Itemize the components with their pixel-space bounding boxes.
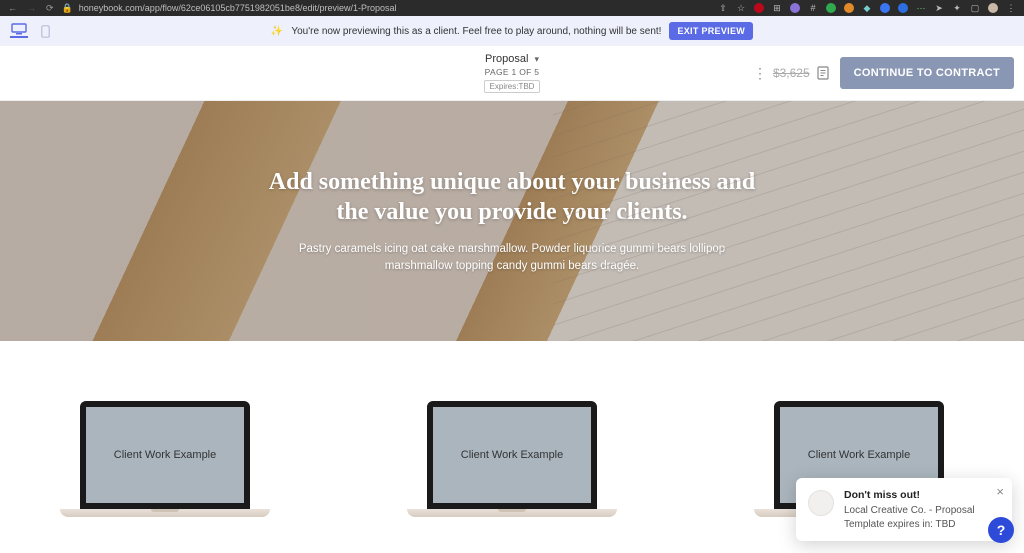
toast-title: Don't miss out! [844, 488, 1000, 502]
help-button[interactable]: ? [988, 517, 1014, 543]
price-display: $3,625 [773, 66, 810, 80]
address-bar[interactable]: 🔒 honeybook.com/app/flow/62ce06105cb7751… [62, 3, 710, 14]
desktop-view-icon[interactable] [10, 24, 28, 38]
nav-reload-icon[interactable]: ⟳ [46, 3, 54, 14]
toast-avatar [808, 490, 834, 516]
more-options-icon[interactable]: ⋮ [753, 65, 767, 82]
close-icon[interactable]: × [996, 484, 1004, 499]
preview-message: You're now previewing this as a client. … [291, 26, 661, 37]
ext-arrow-icon[interactable]: ➤ [934, 3, 944, 13]
chrome-menu-icon[interactable]: ⋮ [1006, 3, 1016, 13]
puzzle-icon[interactable]: ✦ [952, 3, 962, 13]
hero-heading: Add something unique about your business… [252, 167, 772, 227]
laptop-base [60, 509, 270, 517]
proposal-title: Proposal [485, 53, 528, 65]
continue-to-contract-button[interactable]: CONTINUE TO CONTRACT [840, 57, 1014, 89]
invoice-icon[interactable] [816, 66, 830, 80]
page-indicator: PAGE 1 OF 5 [485, 67, 540, 77]
portfolio-label: Client Work Example [808, 449, 911, 461]
ext-green-icon[interactable] [826, 3, 836, 13]
browser-chrome: ← → ⟳ 🔒 honeybook.com/app/flow/62ce06105… [0, 0, 1024, 16]
mobile-view-icon[interactable] [36, 24, 54, 38]
window-icon[interactable]: ▢ [970, 3, 980, 13]
device-toggle [10, 24, 54, 38]
star-icon[interactable]: ☆ [736, 3, 746, 13]
portfolio-item: Client Work Example [60, 401, 270, 517]
portfolio-item: Client Work Example [407, 401, 617, 517]
proposal-selector[interactable]: Proposal ▾ [485, 53, 539, 65]
share-icon[interactable]: ⇧ [718, 3, 728, 13]
pinterest-icon[interactable] [754, 3, 764, 13]
hero-section: Add something unique about your business… [0, 101, 1024, 341]
sparkle-icon: ✨ [271, 26, 283, 37]
profile-avatar-icon[interactable] [988, 3, 998, 13]
proposal-toolbar: Proposal ▾ PAGE 1 OF 5 Expires:TBD ⋮ $3,… [0, 46, 1024, 101]
hero-subtext: Pastry caramels icing oat cake marshmall… [282, 241, 742, 276]
ext-purple-icon[interactable] [790, 3, 800, 13]
exit-preview-button[interactable]: EXIT PREVIEW [669, 22, 753, 40]
portfolio-screen: Client Work Example [427, 401, 597, 509]
expiry-toast: × Don't miss out! Local Creative Co. - P… [796, 478, 1012, 541]
browser-extensions: ⇧ ☆ ⊞ # ◆ ⋯ ➤ ✦ ▢ ⋮ [718, 3, 1016, 13]
portfolio-label: Client Work Example [461, 449, 564, 461]
hash-icon[interactable]: # [808, 3, 818, 13]
nav-back-icon[interactable]: ← [8, 3, 17, 13]
portfolio-label: Client Work Example [114, 449, 217, 461]
grid-icon[interactable]: ⊞ [772, 3, 782, 13]
nav-forward-icon[interactable]: → [27, 3, 36, 13]
expires-badge: Expires:TBD [484, 80, 541, 93]
ext-diamond-icon[interactable]: ◆ [862, 3, 872, 13]
lock-icon: 🔒 [62, 3, 73, 14]
ext-orange-icon[interactable] [844, 3, 854, 13]
toast-body: Local Creative Co. - Proposal Template e… [844, 505, 975, 530]
preview-banner: ✨ You're now previewing this as a client… [0, 16, 1024, 46]
ext-dots-icon[interactable]: ⋯ [916, 3, 926, 13]
url-text: honeybook.com/app/flow/62ce06105cb775198… [79, 3, 397, 13]
chevron-down-icon: ▾ [534, 54, 539, 65]
ext-chat-icon[interactable] [898, 3, 908, 13]
portfolio-screen: Client Work Example [80, 401, 250, 509]
laptop-base [407, 509, 617, 517]
ext-blue-icon[interactable] [880, 3, 890, 13]
